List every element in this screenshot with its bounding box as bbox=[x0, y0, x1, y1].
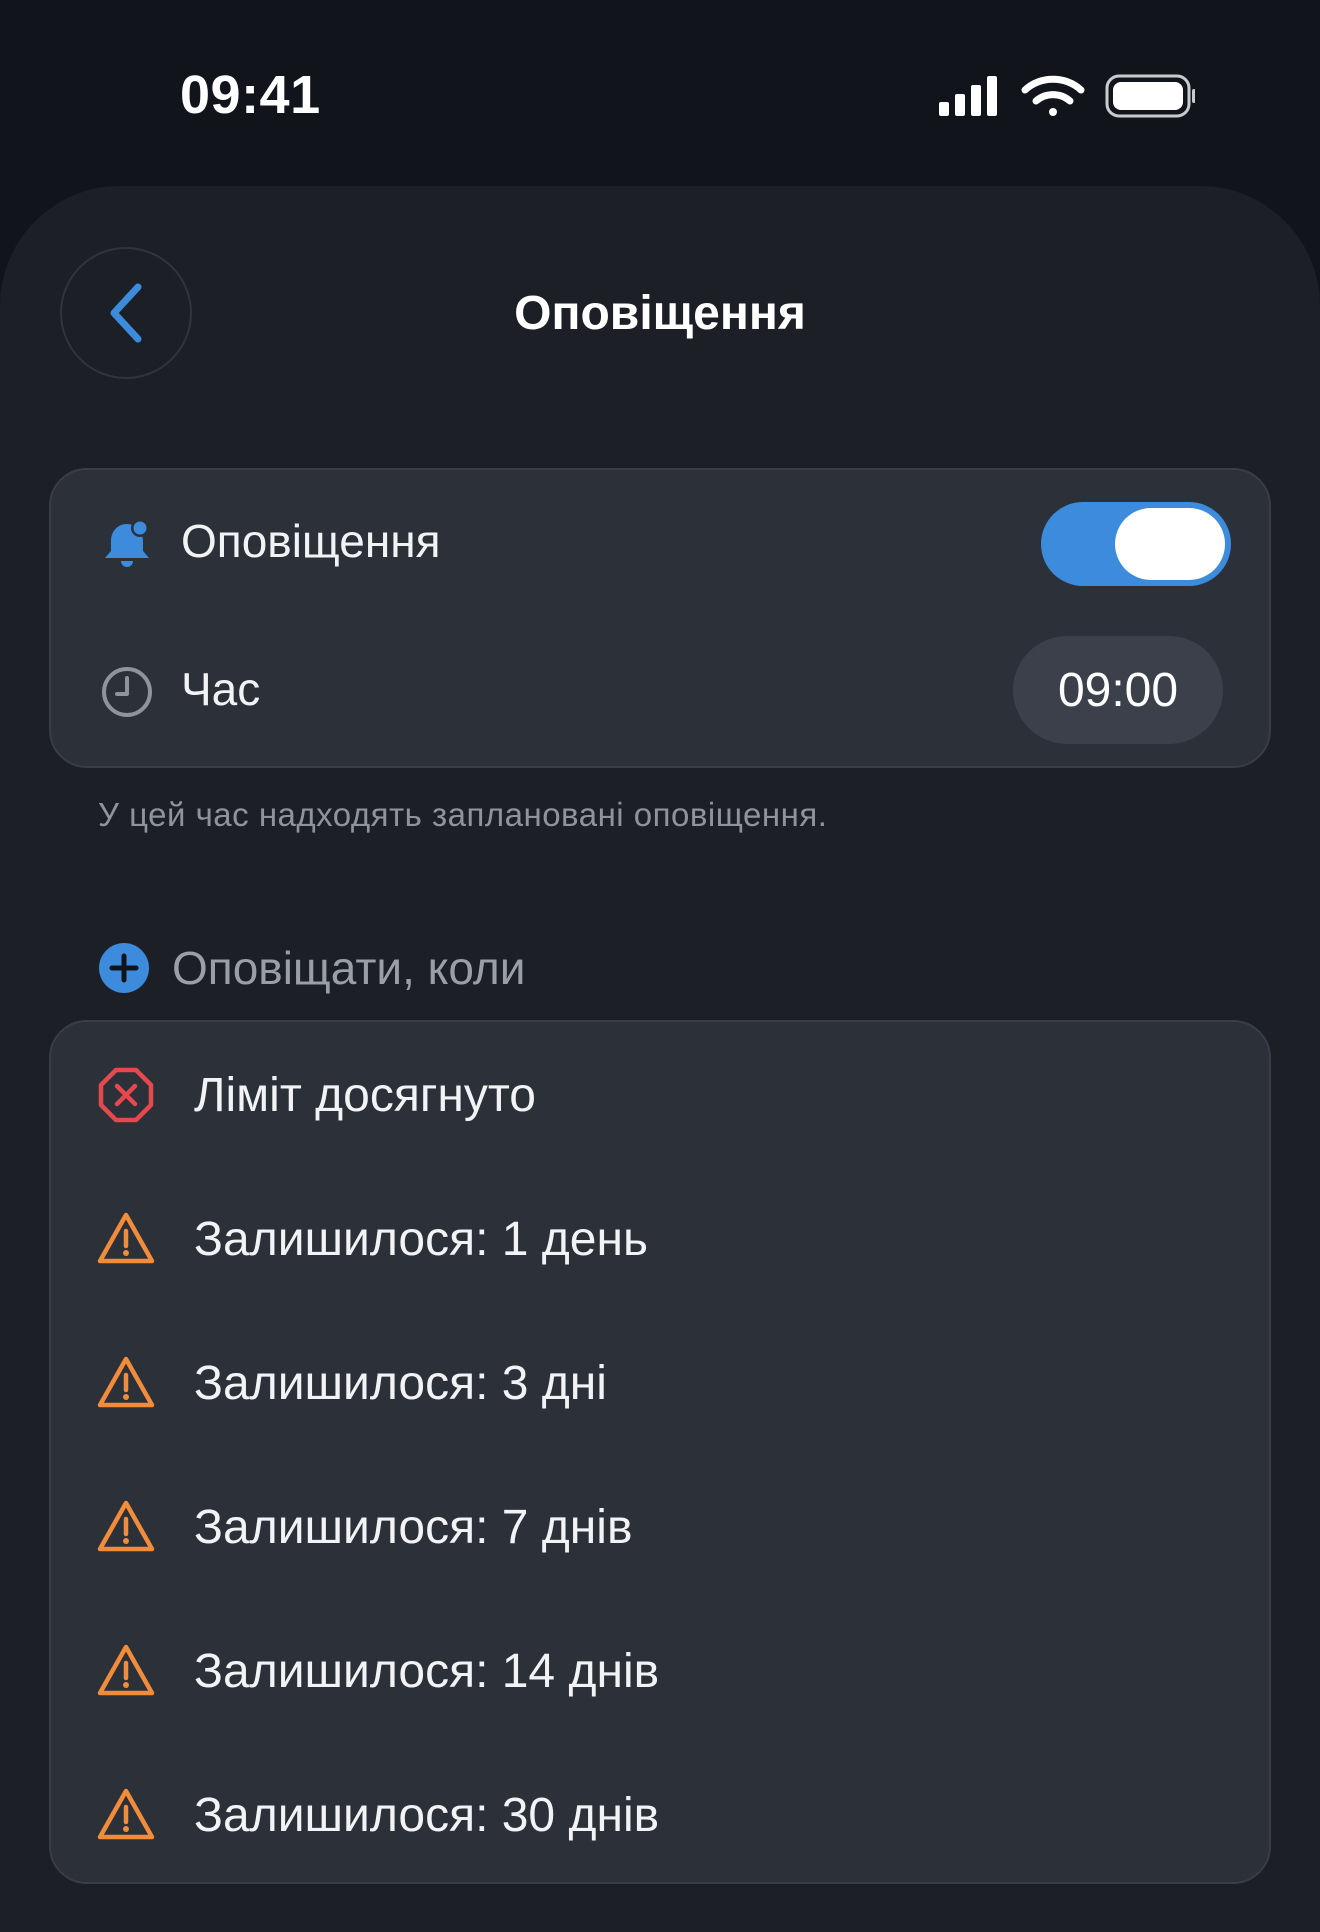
time-hint: У цей час надходять заплановані оповіщен… bbox=[98, 796, 828, 833]
alerts-section-header: Оповіщати, коли bbox=[98, 938, 525, 998]
status-icons bbox=[935, 72, 1196, 122]
warning-triangle-icon bbox=[97, 1356, 155, 1408]
warning-triangle-icon bbox=[97, 1212, 155, 1264]
alert-item-30-days[interactable]: Залишилося: 30 днів bbox=[51, 1742, 1269, 1886]
alert-item-label: Залишилося: 7 днів bbox=[194, 1501, 633, 1554]
notifications-toggle[interactable] bbox=[1041, 502, 1231, 586]
notifications-row: Оповіщення bbox=[51, 470, 1269, 618]
clock-icon bbox=[99, 664, 155, 720]
alert-item-label: Залишилося: 30 днів bbox=[194, 1789, 660, 1842]
alert-item-3-days[interactable]: Залишилося: 3 дні bbox=[51, 1310, 1269, 1454]
warning-triangle-icon bbox=[97, 1500, 155, 1552]
alert-item-label: Залишилося: 3 дні bbox=[194, 1357, 607, 1410]
wifi-icon bbox=[1021, 75, 1085, 116]
time-picker-button[interactable]: 09:00 bbox=[1013, 636, 1223, 744]
time-label: Час bbox=[181, 663, 261, 715]
notification-settings-card: Оповіщення Час 09:00 bbox=[49, 468, 1271, 768]
alert-item-label: Ліміт досягнуто bbox=[194, 1069, 536, 1122]
notifications-label: Оповіщення bbox=[181, 515, 441, 567]
warning-triangle-icon bbox=[97, 1788, 155, 1840]
page-title: Оповіщення bbox=[514, 287, 806, 340]
status-bar: 09:41 bbox=[0, 0, 1320, 180]
warning-triangle-icon bbox=[97, 1644, 155, 1696]
alert-item-14-days[interactable]: Залишилося: 14 днів bbox=[51, 1598, 1269, 1742]
alert-item-limit-reached[interactable]: Ліміт досягнуто bbox=[51, 1022, 1269, 1166]
signal-icon bbox=[939, 76, 997, 116]
status-time: 09:41 bbox=[180, 65, 321, 125]
battery-icon bbox=[1105, 74, 1196, 118]
alert-item-7-days[interactable]: Залишилося: 7 днів bbox=[51, 1454, 1269, 1598]
alert-conditions-card: Ліміт досягнуто Залишилося: 1 день Залиш… bbox=[49, 1020, 1271, 1884]
alert-item-label: Залишилося: 1 день bbox=[194, 1213, 648, 1266]
alert-item-1-day[interactable]: Залишилося: 1 день bbox=[51, 1166, 1269, 1310]
alerts-section-title: Оповіщати, коли bbox=[172, 942, 526, 994]
bell-badge-icon bbox=[99, 516, 155, 572]
toggle-knob bbox=[1115, 508, 1225, 580]
alert-item-label: Залишилося: 14 днів bbox=[194, 1645, 660, 1698]
plus-circle-icon[interactable] bbox=[98, 942, 150, 994]
x-octagon-icon bbox=[98, 1067, 154, 1123]
